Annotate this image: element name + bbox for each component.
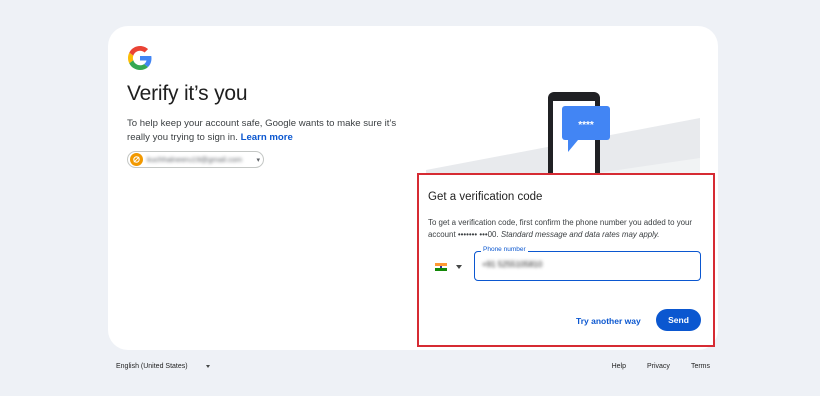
footer: English (United States) Help Privacy Ter… <box>0 363 820 375</box>
terms-link[interactable]: Terms <box>691 363 710 370</box>
try-another-way-button[interactable]: Try another way <box>576 316 641 326</box>
verification-title: Get a verification code <box>428 191 543 203</box>
avatar-icon <box>130 153 143 166</box>
caret-down-icon <box>205 365 210 368</box>
language-label: English (United States) <box>116 363 188 370</box>
country-selector[interactable] <box>435 260 465 274</box>
language-selector[interactable]: English (United States) <box>116 363 210 370</box>
phone-number-value: +91 5255105810 <box>482 260 543 269</box>
chevron-down-icon: ▾ <box>256 156 260 164</box>
bubble-text: **** <box>578 120 594 131</box>
caret-down-icon <box>456 265 462 269</box>
phone-number-field[interactable]: Phone number +91 5255105810 <box>474 246 701 281</box>
account-chip[interactable]: kuchhalneeru19@gmail.com ▾ <box>127 151 264 168</box>
google-logo-icon <box>128 46 152 70</box>
india-flag-icon <box>435 263 447 272</box>
privacy-link[interactable]: Privacy <box>647 363 670 370</box>
phone-number-label: Phone number <box>481 246 528 253</box>
rates-note: Standard message and data rates may appl… <box>500 230 660 239</box>
page-subtitle: To help keep your account safe, Google w… <box>127 117 417 145</box>
verification-panel: Get a verification code To get a verific… <box>417 173 715 347</box>
learn-more-link[interactable]: Learn more <box>241 132 293 143</box>
page-title: Verify it’s you <box>127 82 248 105</box>
help-link[interactable]: Help <box>612 363 626 370</box>
footer-links: Help Privacy Terms <box>612 363 710 370</box>
account-email: kuchhalneeru19@gmail.com <box>147 155 243 164</box>
send-button[interactable]: Send <box>656 309 701 331</box>
verification-description: To get a verification code, first confir… <box>428 217 706 241</box>
